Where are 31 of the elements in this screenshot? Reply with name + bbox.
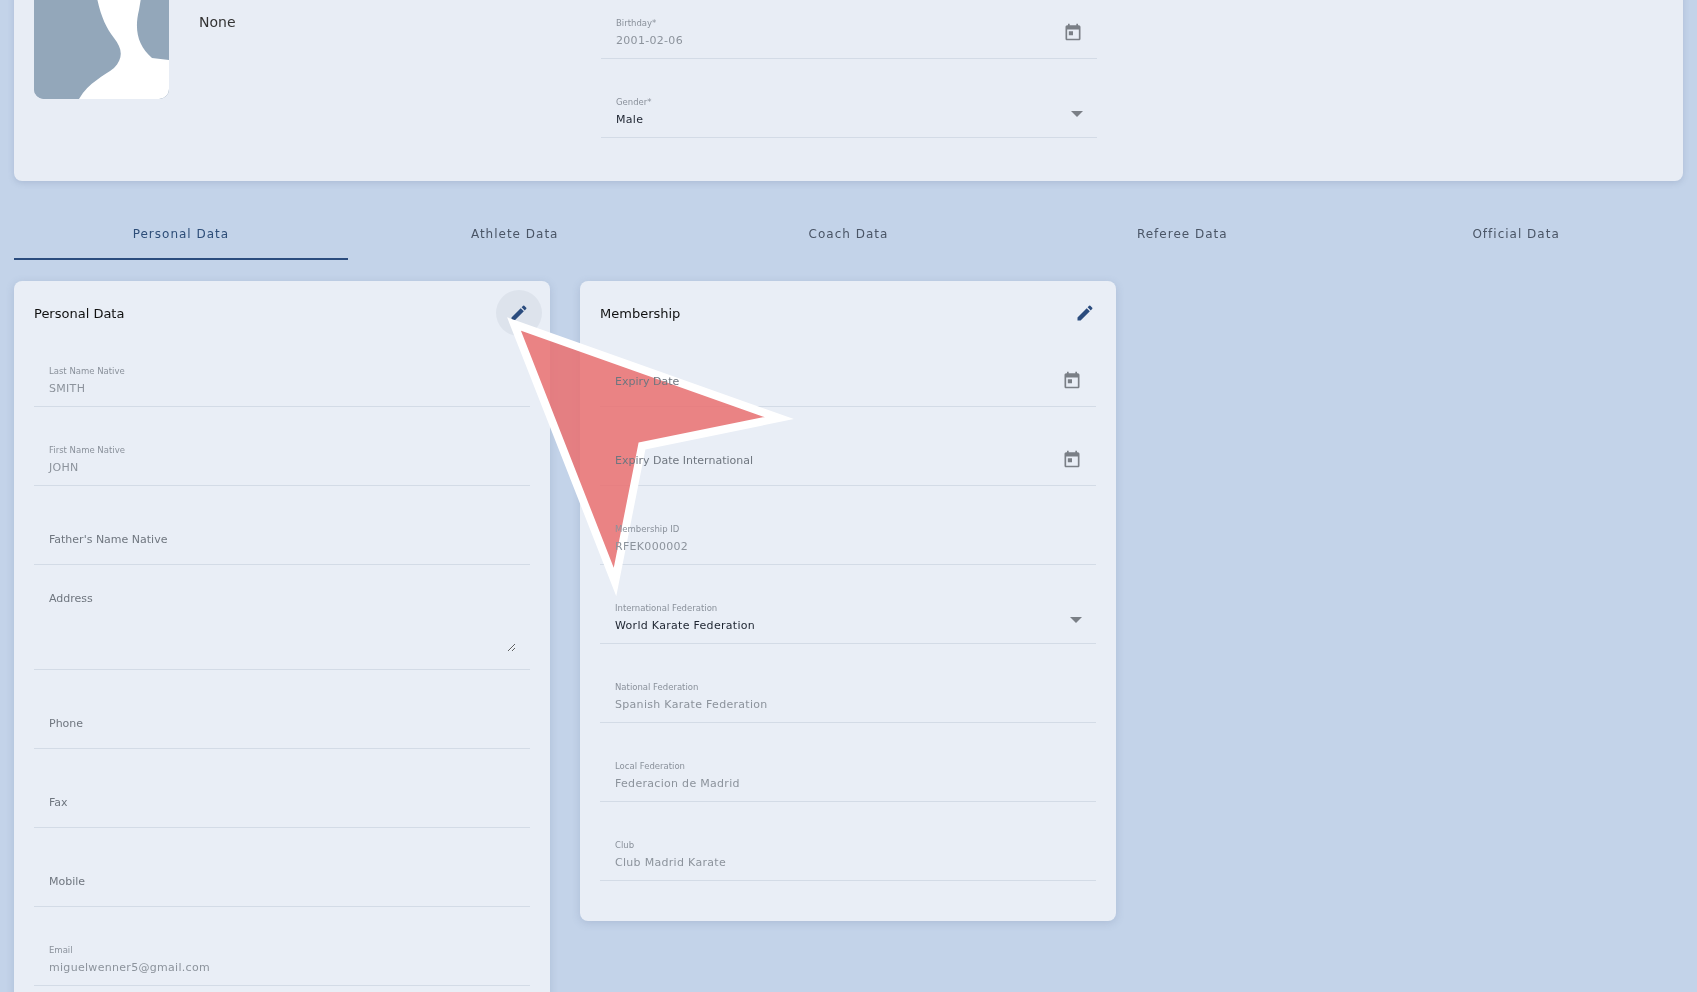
calendar-icon[interactable] [1063,22,1083,42]
address-field[interactable]: Address [49,592,516,652]
field-label: First Name Native [49,445,125,455]
field-label: Birthday* [616,18,657,28]
calendar-icon[interactable] [1062,449,1082,469]
calendar-icon[interactable] [1062,370,1082,390]
field-label: National Federation [615,682,699,692]
tab[interactable]: Athlete Data [347,200,682,260]
field-label: Local Federation [615,761,685,771]
tab[interactable]: Referee Data [1015,200,1350,260]
pencil-icon [1075,303,1095,323]
input-field[interactable]: Mobile [49,875,516,888]
input-field[interactable]: Father's Name Native [49,533,516,546]
card-title: Membership [600,305,681,321]
select-field[interactable]: Male [616,113,644,126]
field-label: Club [615,840,635,850]
tab[interactable]: Personal Data [14,200,348,260]
input-field[interactable]: Phone [49,717,516,730]
caret-icon[interactable] [1071,111,1083,117]
tab[interactable]: Official Data [1349,200,1683,260]
input-field[interactable]: Fax [49,796,516,809]
card-title: Personal Data [34,305,125,321]
select-field[interactable]: World Karate Federation [615,619,756,632]
field-label: Last Name Native [49,366,125,376]
pencil-icon [509,303,529,323]
caret-icon[interactable] [1070,617,1082,623]
field-label: Gender* [616,97,652,107]
profile-name: None [199,14,237,30]
field-label: Email [49,945,73,955]
field-label: International Federation [615,603,718,613]
tab[interactable]: Coach Data [681,200,1016,260]
